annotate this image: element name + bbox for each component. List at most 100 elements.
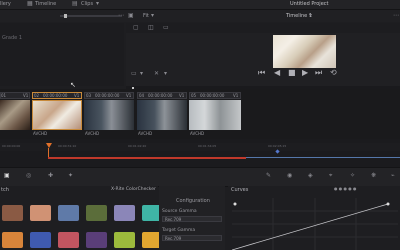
- clip-header-2: 02 00:00:00:00 V1: [32, 92, 82, 99]
- color-swatch[interactable]: [30, 232, 51, 248]
- ruler-tick: 00:01:34:05: [198, 144, 217, 148]
- timeline-tab[interactable]: Timeline: [35, 1, 56, 7]
- source-gamma-select[interactable]: Rec.709: [162, 216, 222, 222]
- timeline-ruler[interactable]: 00:00:00:00 00:00:31:10 00:01:02:20 00:0…: [0, 143, 400, 151]
- ruler-tick: 00:01:02:20: [128, 144, 147, 148]
- viewer-header: ▢ ◫ ▭: [126, 23, 400, 33]
- color-swatch[interactable]: [30, 205, 51, 221]
- stop-icon[interactable]: ■: [288, 68, 296, 77]
- play-reverse-icon[interactable]: ◀: [274, 68, 280, 77]
- clip-timecode: 00:00:00:00: [43, 93, 68, 98]
- plus-icon[interactable]: ✚: [48, 172, 53, 179]
- checker-select[interactable]: X-Rite ColorChecker: [111, 187, 156, 192]
- chevron-down-icon[interactable]: ▾: [151, 12, 154, 19]
- close-icon[interactable]: ✕: [154, 70, 159, 77]
- clip-track: V1: [179, 93, 185, 98]
- eye-icon[interactable]: ◉: [287, 172, 292, 179]
- color-swatch[interactable]: [114, 205, 135, 221]
- target-gamma-label: Target Gamma: [162, 228, 196, 233]
- window-icon[interactable]: ◈: [308, 172, 313, 179]
- viewer: ▢ ◫ ▭ ▭ ▾ ✕ ▾ ⏮ ◀ ■ ▶ ⏭ ⟲: [126, 23, 400, 86]
- chevron-down-icon[interactable]: ▾: [96, 0, 99, 7]
- color-swatch[interactable]: [86, 232, 107, 248]
- clip-codec: AVCHD: [138, 131, 153, 136]
- magic-icon[interactable]: ✧: [350, 172, 355, 179]
- clip-track: V1: [23, 93, 29, 98]
- clip-timecode: 00:00:00:00: [200, 93, 225, 98]
- clip-track: V1: [233, 93, 239, 98]
- gear-icon[interactable]: ✦: [68, 172, 73, 179]
- clip-timecode: 00:00:00:00: [148, 93, 173, 98]
- curves-graph[interactable]: [232, 198, 398, 250]
- curves-panel: Curves ● ● ● ● ●: [228, 186, 400, 250]
- ruler-tick: 00:02:05:15: [268, 144, 287, 148]
- skip-back-icon[interactable]: ⏮: [258, 68, 265, 78]
- chevron-down-icon[interactable]: ▾: [164, 70, 167, 77]
- curve-point[interactable]: [386, 202, 390, 206]
- clip-thumbnail-2[interactable]: [32, 100, 82, 130]
- curves-title: Curves: [231, 187, 249, 193]
- more-icon[interactable]: ⋯: [393, 12, 399, 19]
- transport-controls: ⏮ ◀ ■ ▶ ⏭ ⟲: [258, 68, 344, 78]
- play-icon[interactable]: ▶: [302, 68, 308, 77]
- curve-point[interactable]: [233, 202, 237, 206]
- overlay-icon[interactable]: ▭: [163, 24, 169, 31]
- source-gamma-value: Rec.709: [165, 217, 182, 222]
- clip-num: 05: [191, 93, 197, 98]
- skip-forward-icon[interactable]: ⏭: [315, 68, 322, 78]
- clip-thumbnail-4[interactable]: [137, 100, 187, 130]
- color-swatch[interactable]: [2, 232, 23, 248]
- loop-icon[interactable]: ⟲: [330, 68, 337, 77]
- ruler-tick: 00:00:00:00: [2, 144, 21, 148]
- clip-codec: AVCHD: [85, 131, 100, 136]
- clip-thumbnail-5[interactable]: [189, 100, 241, 130]
- tracker-icon[interactable]: ⌖: [329, 172, 332, 180]
- grid-icon[interactable]: ▣: [128, 12, 134, 19]
- clips-tab[interactable]: Clips: [81, 1, 93, 7]
- clip-header-5: 05 00:00:00:00 V1: [189, 92, 241, 99]
- playhead[interactable]: [46, 143, 52, 148]
- clip-thumbnail-3[interactable]: [84, 100, 134, 130]
- chevron-down-icon[interactable]: ▾: [309, 12, 312, 19]
- target-icon[interactable]: ◎: [26, 172, 31, 179]
- gallery-tab[interactable]: llery: [0, 1, 11, 7]
- target-gamma-select[interactable]: Rec.709: [162, 235, 222, 241]
- grade-label: Grade 1: [2, 35, 23, 41]
- pen-icon[interactable]: ✎: [266, 172, 271, 179]
- color-swatch[interactable]: [114, 232, 135, 248]
- chevron-down-icon[interactable]: ▾: [140, 70, 143, 77]
- color-swatch[interactable]: [58, 205, 79, 221]
- split-icon[interactable]: ◫: [148, 24, 154, 31]
- top-bar: llery ▦ Timeline ▤ Clips ▾ Untitled Proj…: [0, 0, 400, 10]
- monitor-icon[interactable]: ▭: [131, 70, 137, 77]
- color-swatch[interactable]: [86, 205, 107, 221]
- blur-icon[interactable]: ❋: [371, 172, 376, 179]
- curve-mode-dots-icon[interactable]: ● ● ● ● ●: [334, 186, 357, 191]
- clip-codec: AVCHD: [190, 131, 205, 136]
- zoom-slider-handle[interactable]: [64, 14, 67, 18]
- more-icon[interactable]: ⋯: [118, 12, 124, 19]
- target-gamma-value: Rec.709: [165, 236, 182, 241]
- color-match-panel: tch X-Rite ColorChecker: [0, 186, 163, 250]
- config-title: Configuration: [176, 198, 210, 204]
- fullscreen-icon[interactable]: ▢: [133, 24, 139, 31]
- tools-bar: ▣ ◎ ✚ ✦ ✎ ◉ ◈ ⌖ ✧ ❋ ⌁: [0, 167, 400, 187]
- clip-thumbnail-1[interactable]: [0, 100, 30, 130]
- clips-icon: ▤: [72, 0, 78, 7]
- clip-track-bar-blue: [246, 157, 400, 158]
- source-gamma-label: Source Gamma: [162, 209, 197, 214]
- cursor-icon: ↖: [70, 81, 76, 89]
- clip-track: V1: [126, 93, 132, 98]
- clip-header-4: 04 00:00:00:00 V1: [137, 92, 187, 99]
- clip-track: V1: [74, 93, 80, 98]
- key-icon[interactable]: ⌁: [391, 172, 395, 179]
- clip-num: 03: [86, 93, 92, 98]
- grade-mode-icon[interactable]: ▣: [4, 172, 10, 179]
- color-swatch[interactable]: [58, 232, 79, 248]
- color-swatch[interactable]: [2, 205, 23, 221]
- project-title: Untitled Project: [290, 1, 329, 7]
- panel-title: tch: [1, 187, 9, 193]
- fit-select[interactable]: Fit: [143, 13, 149, 19]
- zoom-slider[interactable]: [60, 15, 122, 17]
- viewer-toolbar: ⋯ ▣ Fit ▾ Timeline 1 ▾ ⋯: [0, 10, 400, 22]
